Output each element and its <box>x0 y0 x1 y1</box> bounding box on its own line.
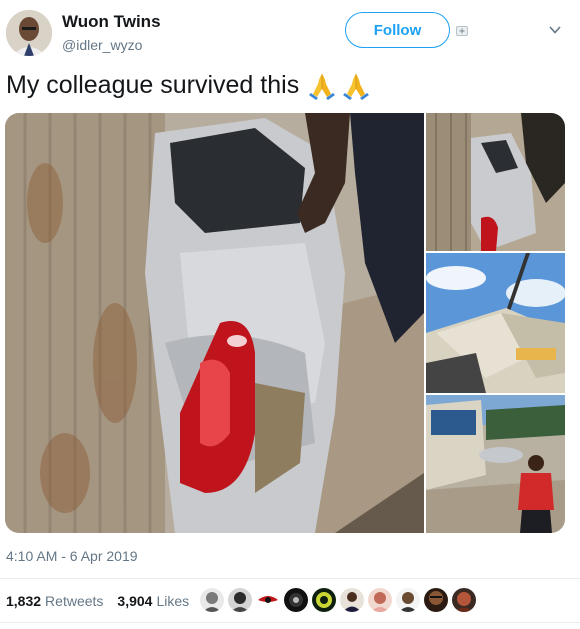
tweet-text: My colleague survived this <box>6 70 371 100</box>
liker-avatar[interactable] <box>396 588 420 612</box>
photo-man-red-shirt[interactable] <box>426 395 565 533</box>
engagement-stats: 1,832 Retweets 3,904 Likes <box>6 593 189 609</box>
liker-avatar[interactable] <box>312 588 336 612</box>
tweet-header: Wuon Twins @idler_wyzo Follow <box>0 0 580 62</box>
emoji-group <box>307 70 371 100</box>
liker-avatar[interactable] <box>340 588 364 612</box>
plus-icon[interactable] <box>456 26 468 36</box>
liker-avatar[interactable] <box>368 588 392 612</box>
tweet-timestamp[interactable]: 4:10 AM - 6 Apr 2019 <box>6 548 138 564</box>
chevron-down-icon[interactable] <box>549 26 561 34</box>
liker-avatars <box>200 588 476 614</box>
liker-avatar[interactable] <box>200 588 224 612</box>
author-name[interactable]: Wuon Twins <box>62 12 161 32</box>
likes-label: Likes <box>156 593 190 609</box>
praying-hands-icon <box>309 74 336 100</box>
likes-count: 3,904 <box>117 593 153 609</box>
author-handle[interactable]: @idler_wyzo <box>62 37 142 53</box>
liker-avatar[interactable] <box>452 588 476 612</box>
tweet-media-grid <box>5 113 565 533</box>
follow-button[interactable]: Follow <box>345 12 450 48</box>
retweets-count: 1,832 <box>6 593 42 609</box>
photo-car-closeup[interactable] <box>426 113 565 251</box>
tweet-body: My colleague survived this <box>6 70 300 99</box>
liker-avatar[interactable] <box>424 588 448 612</box>
divider-top <box>0 578 580 579</box>
divider-bottom <box>0 622 580 623</box>
liker-avatar[interactable] <box>284 588 308 612</box>
liker-avatar[interactable] <box>256 588 280 612</box>
author-avatar[interactable] <box>6 10 52 56</box>
retweets-label: Retweets <box>45 593 104 609</box>
likes-stat[interactable]: 3,904 Likes <box>117 593 189 609</box>
photo-main-crushed-car[interactable] <box>5 113 424 533</box>
photo-crane-container[interactable] <box>426 253 565 393</box>
praying-hands-icon <box>343 74 370 100</box>
liker-avatar[interactable] <box>228 588 252 612</box>
retweets-stat[interactable]: 1,832 Retweets <box>6 593 103 609</box>
